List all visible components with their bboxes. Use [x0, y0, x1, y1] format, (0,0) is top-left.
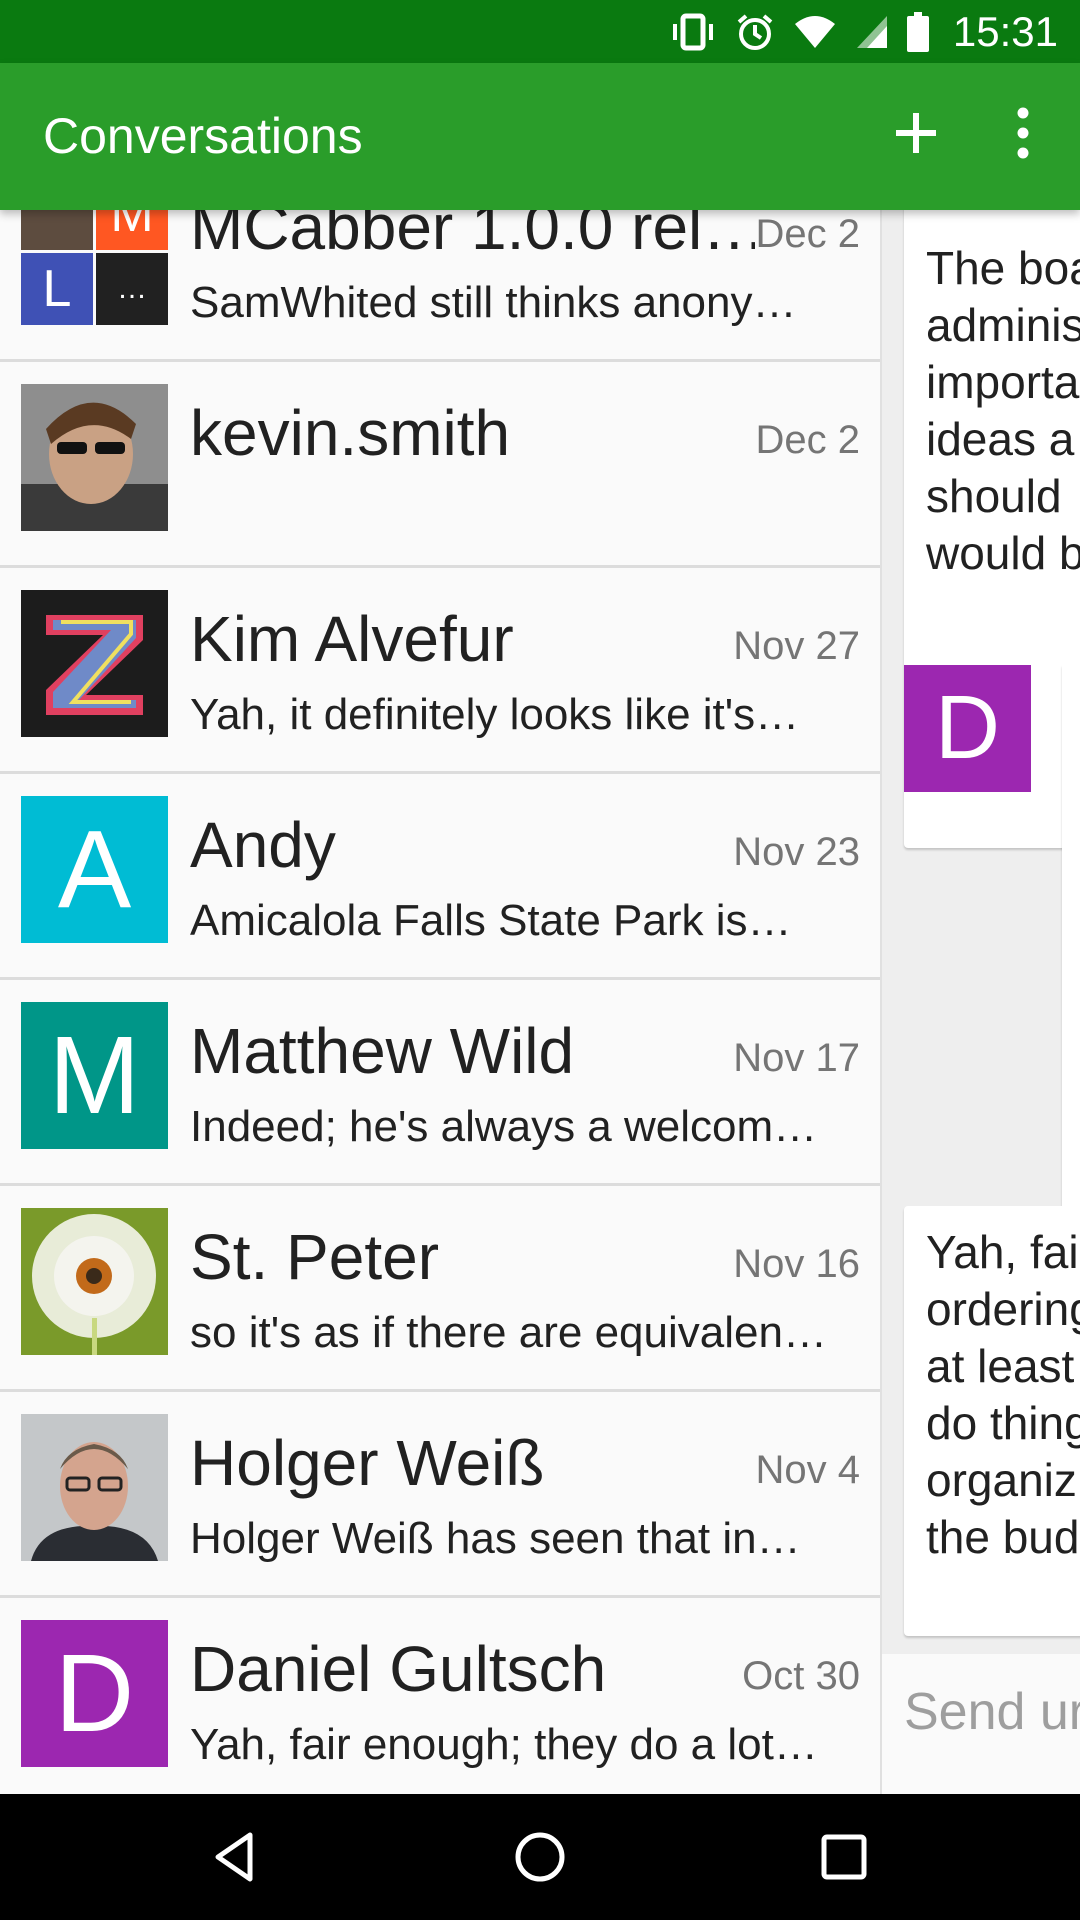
navigation-bar	[0, 1794, 1080, 1920]
compose-bar: Send ur	[882, 1654, 1080, 1794]
message-line: importa	[926, 356, 1080, 408]
group-avatar: M L …	[21, 210, 168, 325]
group-avatar-tile-l: L	[21, 253, 93, 325]
conversation-name: Andy	[190, 809, 336, 881]
chat-pane[interactable]: The boa adminis importa ideas a should w…	[882, 210, 1080, 1794]
message-line: do thing	[926, 1397, 1080, 1449]
conversation-preview: Amicalola Falls State Park is…	[190, 896, 792, 945]
avatar-letter-a: A	[21, 796, 168, 943]
conversation-preview: Yah, it definitely looks like it's…	[190, 690, 800, 739]
conversation-name: Matthew Wild	[190, 1015, 575, 1087]
conversation-preview: SamWhited still thinks anony…	[190, 278, 797, 327]
avatar-photo	[21, 1414, 168, 1561]
message-line: The boa	[926, 242, 1080, 294]
conversation-date: Nov 27	[733, 624, 860, 668]
status-time: 15:31	[952, 8, 1058, 55]
add-icon[interactable]	[886, 103, 946, 163]
app-bar: Conversations	[0, 63, 1080, 210]
conversation-row[interactable]: Holger Weiß Nov 4 Holger Weiß has seen t…	[0, 1392, 880, 1598]
message-line: Yah, fai	[926, 1226, 1079, 1278]
conversation-name: Kim Alvefur	[190, 603, 514, 675]
message-line: at least	[926, 1340, 1075, 1392]
avatar-letter-m: M	[21, 1002, 168, 1149]
status-icons: 15:31	[669, 8, 1058, 56]
group-avatar-tile-m: M	[96, 210, 168, 250]
conversation-row[interactable]: D Daniel Gultsch Oct 30 Yah, fair enough…	[0, 1598, 880, 1794]
alarm-icon	[737, 14, 773, 50]
avatar-letter: M	[21, 1002, 168, 1149]
status-bar: 15:31	[0, 0, 1080, 63]
message-line: adminis	[926, 299, 1080, 351]
conversation-preview: so it's as if there are equivalen…	[190, 1308, 827, 1357]
overflow-menu-icon[interactable]	[1000, 103, 1046, 163]
avatar-photo	[21, 384, 168, 531]
conversation-name: Holger Weiß	[190, 1427, 545, 1499]
cellular-signal-icon	[856, 16, 887, 48]
message-line: ideas a	[926, 413, 1075, 465]
conversation-date: Dec 2	[755, 418, 861, 462]
conversation-date: Nov 16	[733, 1242, 860, 1286]
message-bubble[interactable]: Yah, fai ordering at least do thing orga…	[904, 1206, 1080, 1636]
conversation-preview: Yah, fair enough; they do a lot…	[190, 1720, 818, 1769]
message-input[interactable]: Send ur	[904, 1682, 1080, 1742]
conversation-row[interactable]: St. Peter Nov 16 so it's as if there are…	[0, 1186, 880, 1392]
app-title: Conversations	[43, 108, 363, 164]
group-avatar-tile-more: …	[96, 253, 168, 325]
conversation-date: Oct 30	[742, 1654, 860, 1698]
message-line: would b	[926, 527, 1080, 579]
conversation-row[interactable]: M L … MCabber 1.0.0 rel… Dec 2 SamWhited…	[0, 210, 880, 362]
conversation-name: Daniel Gultsch	[190, 1633, 607, 1705]
conversation-date: Nov 17	[733, 1036, 860, 1080]
conversation-list[interactable]: M L … MCabber 1.0.0 rel… Dec 2 SamWhited…	[0, 210, 880, 1794]
conversation-date: Dec 2	[755, 212, 861, 256]
message-line: should	[926, 470, 1062, 522]
conversation-preview: Indeed; he's always a welcom…	[190, 1102, 818, 1151]
conversation-name: MCabber 1.0.0 rel…	[190, 210, 755, 263]
sender-avatar: D	[904, 665, 1031, 792]
back-icon[interactable]	[206, 1827, 266, 1887]
vibrate-icon	[672, 13, 713, 51]
avatar-letter: A	[21, 796, 168, 943]
conversation-row[interactable]: kevin.smith Dec 2	[0, 362, 880, 568]
message-line: organiz	[926, 1454, 1077, 1506]
recents-icon[interactable]	[814, 1827, 874, 1887]
conversation-date: Nov 4	[755, 1448, 861, 1492]
message-line: ordering	[926, 1283, 1080, 1335]
battery-icon	[906, 12, 929, 52]
conversation-row[interactable]: Kim Alvefur Nov 27 Yah, it definitely lo…	[0, 568, 880, 774]
wifi-icon	[794, 16, 835, 48]
conversation-row[interactable]: A Andy Nov 23 Amicalola Falls State Park…	[0, 774, 880, 980]
message-line: the bud	[926, 1511, 1080, 1563]
conversation-row[interactable]: M Matthew Wild Nov 17 Indeed; he's alway…	[0, 980, 880, 1186]
group-avatar-photo	[21, 210, 93, 250]
home-icon[interactable]	[510, 1827, 570, 1887]
avatar-letter-d: D	[21, 1620, 168, 1767]
conversation-preview: Holger Weiß has seen that in…	[190, 1514, 801, 1563]
conversation-name: St. Peter	[190, 1221, 439, 1293]
conversation-name: kevin.smith	[190, 397, 511, 469]
avatar-letter: D	[21, 1620, 168, 1767]
message-text: The boa adminis importa ideas a should w…	[926, 212, 1080, 582]
conversation-date: Nov 23	[733, 830, 860, 874]
avatar-photo	[21, 590, 168, 737]
avatar-photo	[21, 1208, 168, 1355]
message-text: Yah, fai ordering at least do thing orga…	[926, 1218, 1080, 1566]
